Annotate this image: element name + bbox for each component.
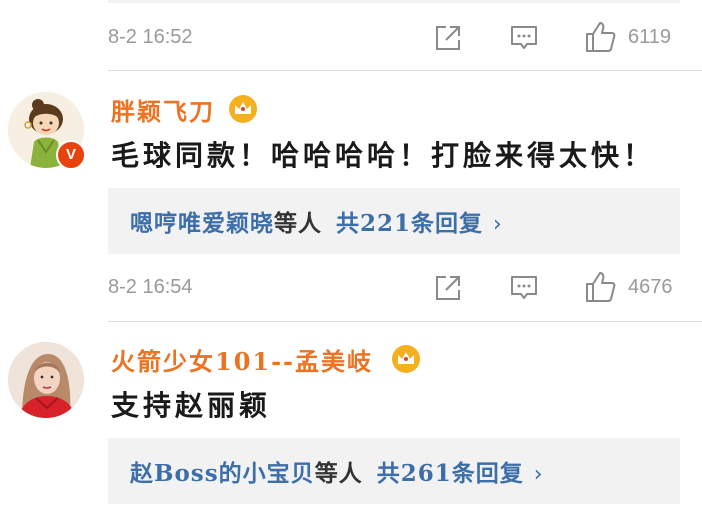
comment-meta-row: 8-2 16:54 4676 — [108, 270, 688, 306]
comment-timestamp: 8-2 16:52 — [108, 26, 193, 48]
replies-summary[interactable]: 嗯哼唯爱颖晓等人 共221条回复 › — [108, 188, 680, 254]
reply-users-link[interactable]: 嗯哼唯爱颖晓 — [130, 210, 274, 237]
comment-username[interactable]: 胖颖飞刀 — [111, 92, 215, 127]
chevron-right-icon: › — [533, 462, 544, 487]
replies-summary[interactable]: 赵Boss的小宝贝等人 共261条回复 › — [108, 438, 680, 504]
reply-users-suffix: 等人 — [314, 460, 363, 487]
avatar[interactable] — [8, 342, 84, 418]
reply-total-link[interactable]: 共221条回复 — [336, 210, 483, 237]
comment-text: 支持赵丽颖 — [111, 389, 272, 422]
comment-username[interactable]: 火箭少女101--孟美岐 — [111, 342, 373, 377]
share-icon[interactable] — [433, 23, 463, 53]
reply-total-link[interactable]: 共261条回复 — [377, 460, 524, 487]
thumbs-up-icon[interactable] — [584, 270, 618, 304]
reply-users-link[interactable]: 赵Boss的小宝贝 — [130, 460, 315, 487]
crown-badge-icon — [392, 345, 420, 373]
crown-badge-icon — [229, 95, 257, 123]
share-icon[interactable] — [433, 273, 463, 303]
chevron-right-icon: › — [493, 212, 503, 237]
comment-timestamp: 8-2 16:54 — [108, 276, 193, 298]
previous-reply-box-edge — [108, 0, 680, 3]
divider — [108, 321, 702, 322]
like-count: 4676 — [628, 276, 673, 298]
reply-users-suffix: 等人 — [274, 210, 322, 237]
comment-meta-row: 8-2 16:52 6119 — [108, 20, 688, 56]
comment-text: 毛球同款！哈哈哈哈！打脸来得太快！ — [111, 139, 656, 172]
comment-icon[interactable] — [509, 273, 539, 303]
divider — [108, 70, 702, 71]
verified-badge-icon: V — [56, 140, 86, 170]
like-count: 6119 — [628, 26, 672, 48]
thumbs-up-icon[interactable] — [584, 20, 618, 54]
comment-icon[interactable] — [509, 23, 539, 53]
avatar-photo-image — [8, 342, 84, 418]
